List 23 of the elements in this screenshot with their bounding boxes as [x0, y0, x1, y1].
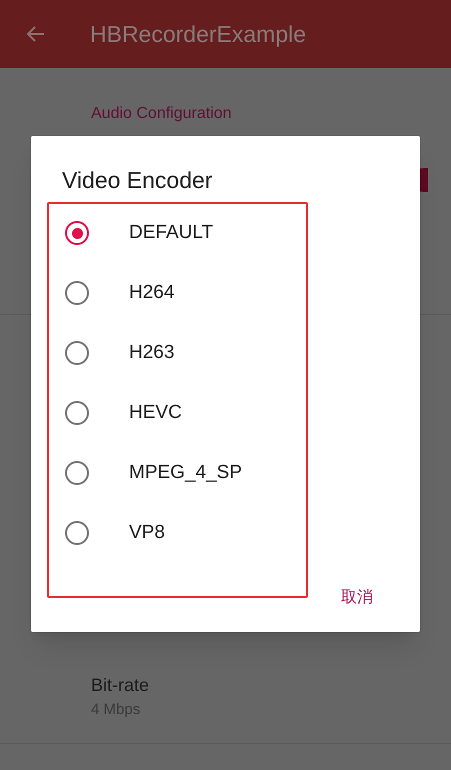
- setting-title: Bit-rate: [91, 674, 150, 696]
- option-label: H264: [129, 280, 174, 305]
- option-label: H263: [129, 340, 174, 365]
- radio-option[interactable]: HEVC: [48, 383, 307, 443]
- option-label: MPEG_4_SP: [129, 460, 242, 485]
- option-label: VP8: [129, 520, 165, 545]
- option-label: HEVC: [129, 400, 182, 425]
- radio-option[interactable]: VP8: [48, 503, 307, 563]
- radio-button[interactable]: [65, 281, 89, 305]
- option-label: DEFAULT: [129, 220, 214, 245]
- radio-button[interactable]: [65, 401, 89, 425]
- radio-button[interactable]: [65, 341, 89, 365]
- radio-button[interactable]: [65, 461, 89, 485]
- radio-option[interactable]: H263: [48, 323, 307, 383]
- radio-option[interactable]: MPEG_4_SP: [48, 443, 307, 503]
- section-header: Audio Configuration: [91, 104, 232, 124]
- radio-button[interactable]: [65, 521, 89, 545]
- radio-option[interactable]: H264: [48, 263, 307, 323]
- cancel-button[interactable]: 取消: [337, 584, 377, 612]
- dialog-title: Video Encoder: [62, 166, 212, 195]
- radio-option[interactable]: DEFAULT: [48, 203, 307, 263]
- app-title: HBRecorderExample: [90, 20, 306, 49]
- radio-button[interactable]: [65, 221, 89, 245]
